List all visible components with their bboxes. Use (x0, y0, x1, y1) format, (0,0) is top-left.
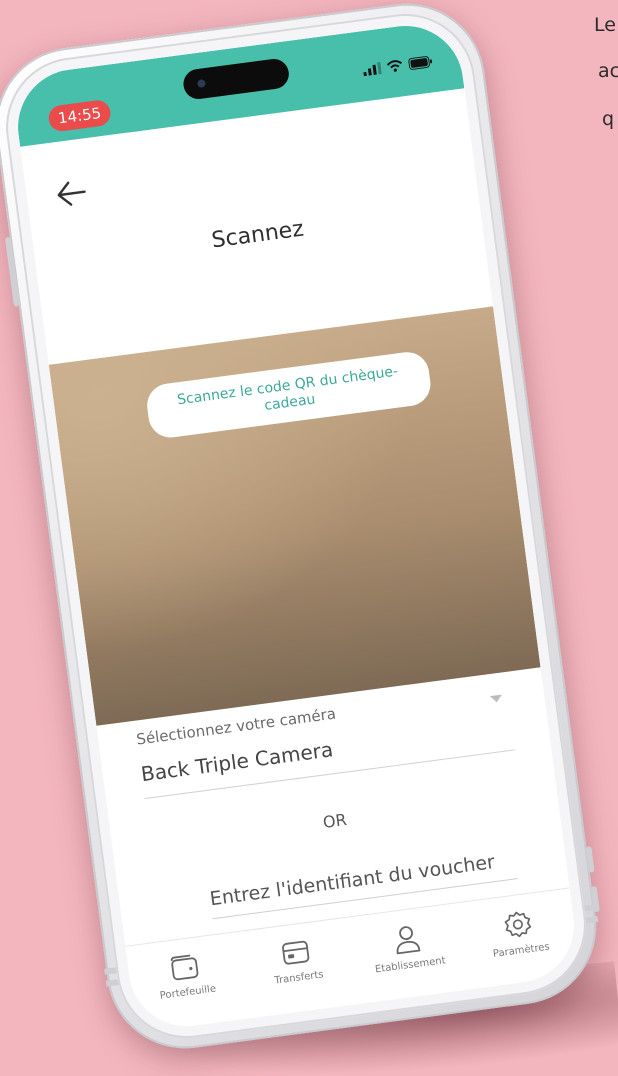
side-button (585, 846, 595, 873)
card-icon (282, 940, 310, 965)
nav-label: Portefeuille (159, 983, 217, 1002)
page-title: Scannez (210, 216, 306, 254)
nav-label: Transferts (273, 969, 325, 987)
side-button (4, 236, 20, 307)
dynamic-island (181, 57, 291, 101)
back-button[interactable] (53, 176, 91, 210)
scan-hint-badge: Scannez le code QR du chèque-cadeau (144, 349, 434, 441)
signal-icon (362, 59, 382, 80)
nav-label: Etablissement (374, 955, 447, 976)
nav-item-portefeuille[interactable]: Portefeuille (133, 947, 238, 1005)
background-text-line-1: Le (594, 14, 616, 36)
background-text-line-3: q (602, 108, 615, 130)
background-text-line-2: ac (598, 60, 618, 82)
gear-icon (504, 911, 532, 938)
battery-icon (408, 52, 434, 74)
front-camera-icon (196, 79, 206, 89)
camera-select[interactable]: Back Triple Camera (140, 737, 335, 786)
phone-device: 14:55 Scannez Scannez le code QR du chèq… (0, 0, 606, 1058)
nav-item-parametres[interactable]: Paramètres (466, 903, 571, 963)
nav-item-transferts[interactable]: Transferts (244, 932, 349, 990)
chevron-down-icon[interactable] (489, 694, 503, 704)
user-icon (396, 926, 421, 955)
nav-label: Paramètres (492, 941, 551, 960)
camera-viewport[interactable]: Scannez le code QR du chèque-cadeau (48, 306, 541, 726)
status-icons (362, 52, 434, 80)
wallet-icon (170, 954, 199, 981)
arrow-left-icon (57, 181, 86, 206)
status-time: 14:55 (47, 98, 113, 133)
wifi-icon (386, 56, 404, 77)
nav-item-etablissement[interactable]: Etablissement (355, 918, 460, 978)
